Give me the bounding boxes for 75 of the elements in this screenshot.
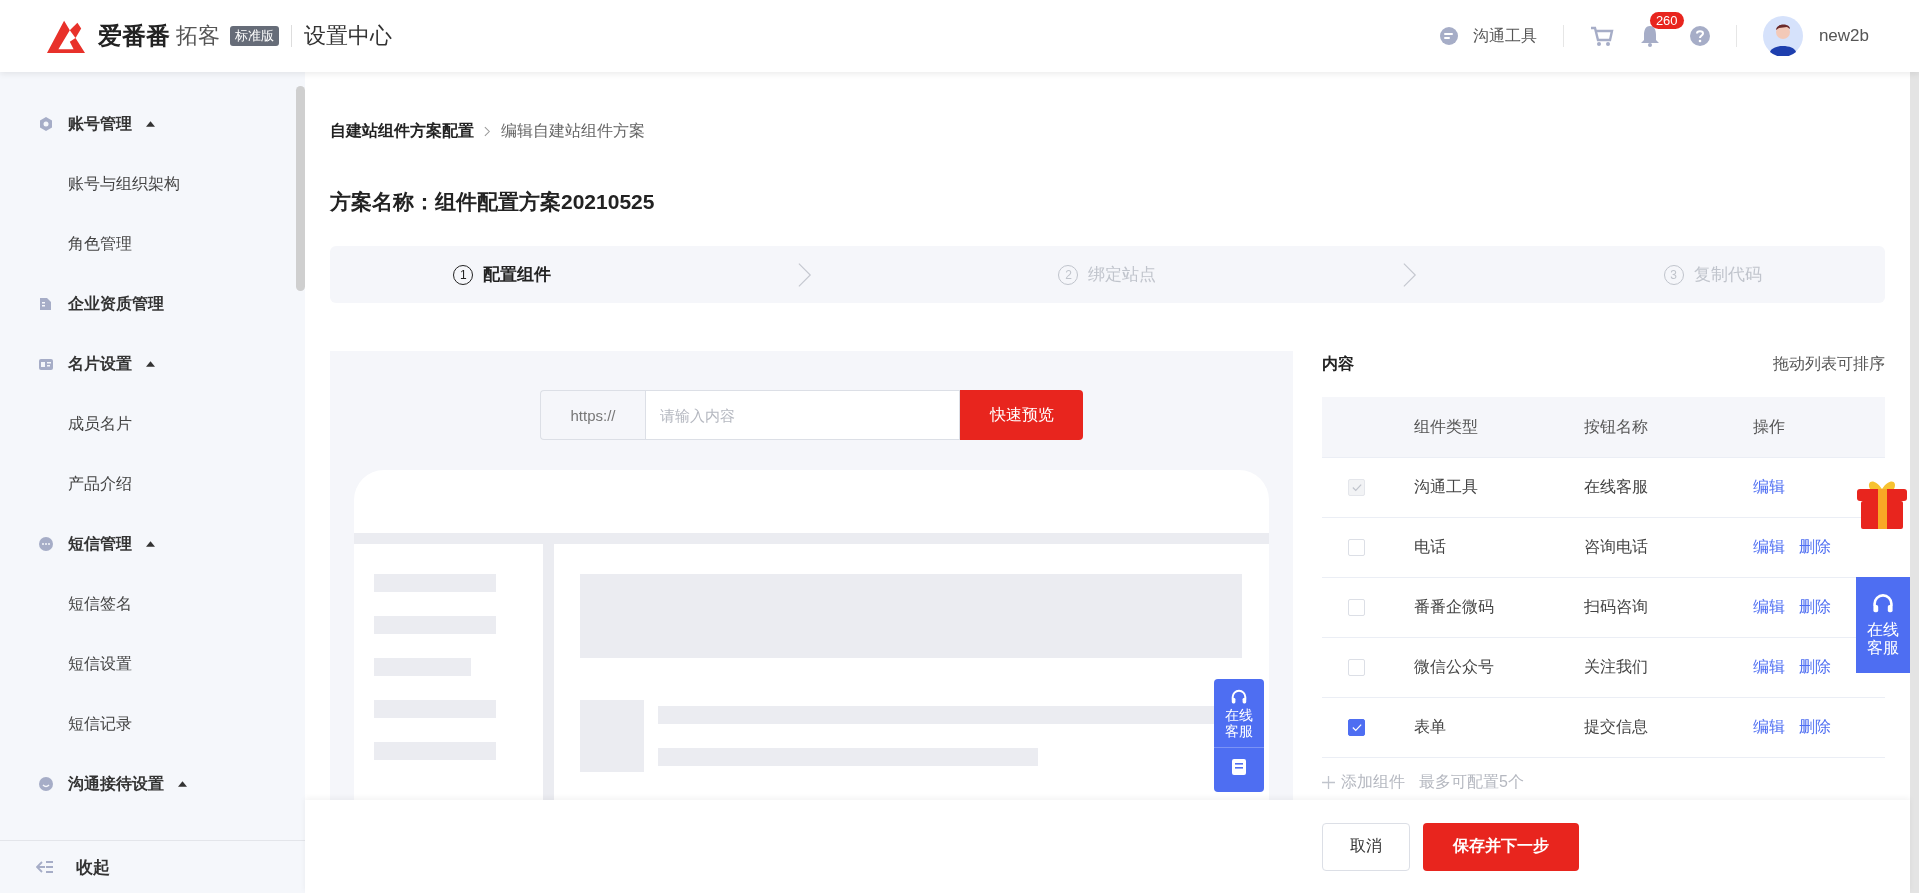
check-icon	[1351, 483, 1362, 492]
smile-icon	[38, 776, 54, 792]
action-link[interactable]: 删除	[1799, 717, 1831, 738]
sidebar-item[interactable]: 账号与组织架构	[0, 154, 293, 214]
help-icon[interactable]	[1689, 26, 1710, 46]
sidebar-item[interactable]: 角色管理	[0, 214, 293, 274]
action-link[interactable]: 编辑	[1753, 657, 1785, 678]
table-cell-text: 关注我们	[1584, 657, 1649, 677]
document-icon	[38, 296, 54, 312]
url-prefix: https://	[540, 390, 645, 440]
table-cell-text: 沟通工具	[1414, 477, 1479, 497]
table-cell-text: 番番企微码	[1414, 597, 1495, 617]
action-link[interactable]: 编辑	[1753, 537, 1785, 558]
document-icon	[1231, 758, 1247, 777]
plan-title: 方案名称：组件配置方案20210525	[330, 189, 656, 215]
brand-name: 爱番番	[98, 21, 170, 51]
cancel-button[interactable]: 取消	[1322, 822, 1410, 871]
save-next-button[interactable]: 保存并下一步	[1423, 822, 1579, 871]
sidebar-item[interactable]: 产品介绍	[0, 454, 293, 514]
edition-badge: 标准版	[230, 26, 279, 46]
column-header: 操作	[1753, 416, 1786, 437]
table-cell-text: 表单	[1414, 717, 1447, 737]
table-cell-text: 提交信息	[1584, 717, 1649, 737]
cart-icon[interactable]	[1589, 25, 1614, 47]
action-link[interactable]: 编辑	[1753, 717, 1785, 738]
sidebar-item[interactable]: 短信设置	[0, 634, 293, 694]
limit-note: 最多可配置5个	[1419, 771, 1524, 792]
table-cell-text: 咨询电话	[1584, 537, 1649, 557]
sidebar-item[interactable]: 短信记录	[0, 694, 293, 754]
chevron-right-icon	[484, 126, 491, 137]
preview-button[interactable]: 快速预览	[960, 390, 1083, 440]
service-widget[interactable]: 在线客服	[1856, 577, 1910, 673]
plus-icon	[1322, 775, 1335, 789]
avatar[interactable]	[1762, 16, 1803, 56]
url-input[interactable]: 请输入内容	[645, 390, 960, 440]
product-name: 拓客	[176, 22, 220, 50]
sidebar-group[interactable]: 沟通接待设置	[0, 754, 293, 814]
chat-bubble-icon	[38, 536, 54, 552]
table-cell-text: 在线客服	[1584, 477, 1649, 497]
scrollbar[interactable]	[1910, 72, 1919, 893]
check-icon	[1351, 723, 1362, 732]
column-header: 按钮名称	[1584, 416, 1649, 437]
action-link[interactable]: 删除	[1799, 597, 1831, 618]
id-card-icon	[38, 356, 54, 372]
sidebar-group[interactable]: 短信管理	[0, 514, 293, 574]
collapse-icon	[36, 860, 54, 874]
chevron-right-icon	[1403, 261, 1418, 288]
hexagon-icon	[38, 116, 54, 132]
breadcrumb-link[interactable]: 自建站组件方案配置	[330, 121, 474, 142]
sidebar-group[interactable]: 账号管理	[0, 94, 293, 154]
action-link[interactable]: 编辑	[1753, 597, 1785, 618]
section-title: 设置中心	[304, 22, 392, 50]
sidebar-group[interactable]: 企业资质管理	[0, 274, 293, 334]
scrollbar[interactable]	[296, 86, 305, 291]
section-title: 内容	[1322, 353, 1354, 374]
column-header: 组件类型	[1414, 416, 1479, 437]
chat-bubble-icon	[1438, 26, 1459, 46]
action-link[interactable]: 删除	[1799, 657, 1831, 678]
notification-badge: 260	[1649, 12, 1684, 29]
tool-link[interactable]: 沟通工具	[1438, 25, 1537, 47]
breadcrumb-link[interactable]: 编辑自建站组件方案	[501, 121, 645, 142]
chevron-right-icon	[797, 261, 812, 288]
table-cell-text: 微信公众号	[1414, 657, 1495, 677]
user-name[interactable]: new2b	[1818, 26, 1869, 46]
table-cell-text: 电话	[1414, 537, 1447, 557]
sidebar-item[interactable]: 成员名片	[0, 394, 293, 454]
table-cell-text: 扫码咨询	[1584, 597, 1649, 617]
service-widget[interactable]: 在线客服	[1214, 679, 1264, 793]
step[interactable]: 1 配置组件	[453, 263, 552, 286]
action-link[interactable]: 删除	[1799, 537, 1831, 558]
bell-icon[interactable]	[1639, 25, 1660, 47]
sidebar-item[interactable]: 短信签名	[0, 574, 293, 634]
hint-text: 拖动列表可排序	[1773, 353, 1885, 374]
checkbox[interactable]	[1348, 719, 1365, 736]
sidebar-group[interactable]: 名片设置	[0, 334, 293, 394]
